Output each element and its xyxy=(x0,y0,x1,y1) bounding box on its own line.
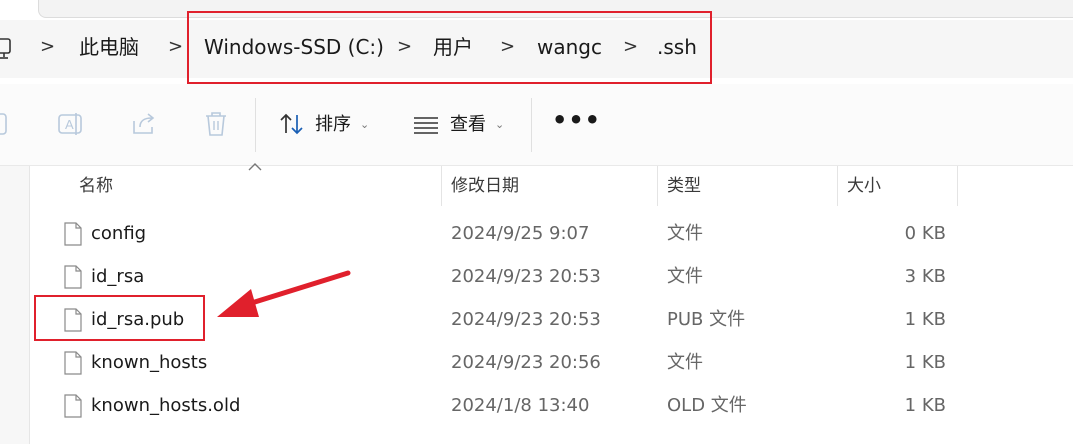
chevron-right-icon[interactable]: > xyxy=(40,36,55,58)
file-size: 0 KB xyxy=(904,223,946,244)
file-highlight-box xyxy=(34,295,205,341)
svg-text:A: A xyxy=(65,117,74,132)
toolbar-divider xyxy=(255,98,256,152)
file-icon xyxy=(64,222,82,246)
annotation-arrow-icon xyxy=(217,270,351,317)
toolbar-divider xyxy=(531,98,532,152)
path-highlight-box xyxy=(187,11,712,84)
sort-button[interactable]: 排序 xyxy=(315,113,351,137)
file-size: 1 KB xyxy=(904,395,946,416)
column-divider[interactable] xyxy=(441,166,442,206)
file-date: 2024/1/8 13:40 xyxy=(451,395,590,416)
file-date: 2024/9/25 9:07 xyxy=(451,223,590,244)
file-size: 1 KB xyxy=(904,352,946,373)
file-icon xyxy=(64,265,82,289)
file-icon xyxy=(64,394,82,418)
column-header-date[interactable]: 修改日期 xyxy=(451,174,519,198)
computer-icon[interactable] xyxy=(0,38,12,60)
file-size: 3 KB xyxy=(904,266,946,287)
column-divider[interactable] xyxy=(837,166,838,206)
column-header-type[interactable]: 类型 xyxy=(667,174,701,198)
file-size: 1 KB xyxy=(904,309,946,330)
file-name[interactable]: known_hosts xyxy=(91,351,207,375)
chevron-down-icon[interactable]: ⌄ xyxy=(495,118,504,131)
breadcrumb-this-pc[interactable]: 此电脑 xyxy=(79,34,139,60)
file-name[interactable]: id_rsa xyxy=(91,265,144,289)
command-bar xyxy=(0,84,1073,166)
column-header-name[interactable]: 名称 xyxy=(79,174,113,198)
file-type: 文件 xyxy=(667,266,703,287)
file-date: 2024/9/23 20:53 xyxy=(451,309,601,330)
share-icon[interactable] xyxy=(130,111,158,137)
rename-icon[interactable]: A xyxy=(57,111,85,137)
file-type: OLD 文件 xyxy=(667,395,747,416)
column-divider[interactable] xyxy=(957,166,958,206)
file-name[interactable]: config xyxy=(91,222,146,246)
file-type: 文件 xyxy=(667,223,703,244)
file-name[interactable]: known_hosts.old xyxy=(91,394,240,418)
delete-icon[interactable] xyxy=(203,111,229,137)
column-header-size[interactable]: 大小 xyxy=(847,174,881,198)
sort-ascending-icon xyxy=(248,163,262,171)
copy-icon[interactable] xyxy=(0,111,10,137)
chevron-right-icon[interactable]: > xyxy=(168,36,183,58)
file-date: 2024/9/23 20:53 xyxy=(451,266,601,287)
file-date: 2024/9/23 20:56 xyxy=(451,352,601,373)
file-icon xyxy=(64,351,82,375)
chevron-down-icon[interactable]: ⌄ xyxy=(360,118,369,131)
file-type: PUB 文件 xyxy=(667,309,746,330)
navigation-pane[interactable] xyxy=(0,166,30,444)
view-icon[interactable] xyxy=(413,116,439,134)
view-button[interactable]: 查看 xyxy=(450,113,486,137)
file-type: 文件 xyxy=(667,352,703,373)
column-divider[interactable] xyxy=(657,166,658,206)
sort-icon[interactable] xyxy=(279,113,305,135)
more-options-button[interactable]: ••• xyxy=(552,108,601,132)
